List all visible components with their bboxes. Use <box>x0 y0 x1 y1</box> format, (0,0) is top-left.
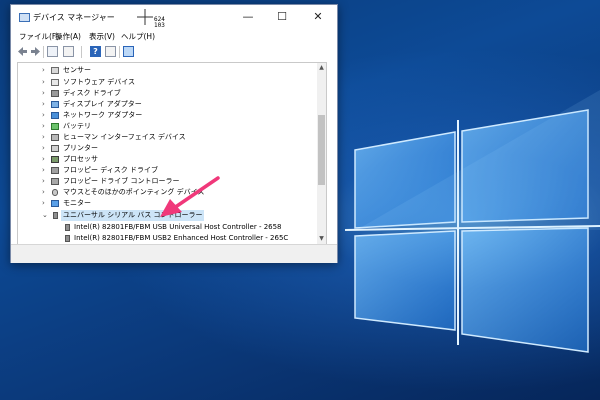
tree-item-processors[interactable]: › プロセッサ <box>18 154 318 165</box>
title-bar[interactable]: デバイス マネージャー 624 103 — ☐ ✕ <box>11 5 337 29</box>
chevron-right-icon[interactable]: › <box>42 176 45 187</box>
scroll-up-icon[interactable]: ▲ <box>317 64 326 72</box>
menu-action[interactable]: 操作(A) <box>55 31 81 42</box>
arrow-right-icon[interactable] <box>30 46 41 57</box>
tree-item-disk-drives[interactable]: › ディスク ドライブ <box>18 88 318 99</box>
printer-icon <box>51 145 59 152</box>
hid-icon <box>51 134 59 141</box>
maximize-button[interactable]: ☐ <box>265 5 299 29</box>
toolbar-divider <box>119 46 120 58</box>
tree-item-hid[interactable]: › ヒューマン インターフェイス デバイス <box>18 132 318 143</box>
arrow-left-icon[interactable] <box>17 46 28 57</box>
usb-icon <box>53 212 58 219</box>
chevron-right-icon[interactable]: › <box>42 121 45 132</box>
tree-item-printers[interactable]: › プリンター <box>18 143 318 154</box>
mouse-icon <box>52 189 58 196</box>
tree-item-sensors[interactable]: › センサー <box>18 65 318 76</box>
menu-help[interactable]: ヘルプ(H) <box>121 31 155 42</box>
tree-item-software-devices[interactable]: › ソフトウェア デバイス <box>18 77 318 88</box>
tree-item-usb-uhci[interactable]: Intel(R) 82801FB/FBM USB Universal Host … <box>18 222 318 233</box>
software-device-icon <box>51 79 59 86</box>
display-adapter-icon <box>51 101 59 108</box>
floppy-controller-icon <box>51 178 59 185</box>
chevron-right-icon[interactable]: › <box>42 110 45 121</box>
tree-item-label: ソフトウェア デバイス <box>63 78 136 86</box>
tree-item-display-adapters[interactable]: › ディスプレイ アダプター <box>18 99 318 110</box>
tree-item-label: ディスク ドライブ <box>63 89 121 97</box>
chevron-right-icon[interactable]: › <box>42 165 45 176</box>
tree-item-label: Intel(R) 82801FB/FBM USB Universal Host … <box>74 223 282 231</box>
battery-icon <box>51 123 59 130</box>
chevron-right-icon[interactable]: › <box>42 99 45 110</box>
device-manager-icon <box>19 13 30 22</box>
chevron-right-icon[interactable]: › <box>42 198 45 209</box>
menu-file[interactable]: ファイル(F) <box>19 31 59 42</box>
chevron-down-icon[interactable]: ⌄ <box>42 210 48 221</box>
cursor-coordinate-readout: 624 103 <box>154 17 165 29</box>
tree-item-label: バッテリ <box>63 122 91 130</box>
properties-icon[interactable] <box>47 46 58 57</box>
tree-item-label: フロッピー ディスク ドライブ <box>63 166 158 174</box>
tree-item-label: ディスプレイ アダプター <box>63 100 142 108</box>
chevron-right-icon[interactable]: › <box>42 88 45 99</box>
resource-view-icon[interactable] <box>105 46 116 57</box>
scan-hardware-icon[interactable] <box>123 46 134 57</box>
usb-plug-icon <box>65 224 70 231</box>
usb-plug-icon <box>65 235 70 242</box>
chevron-right-icon[interactable]: › <box>42 187 45 198</box>
tree-item-label: Intel(R) 82801FB/FBM USB2 Enhanced Host … <box>74 234 289 242</box>
scroll-down-icon[interactable]: ▼ <box>317 235 326 243</box>
tree-item-batteries[interactable]: › バッテリ <box>18 121 318 132</box>
toolbar-divider <box>81 46 82 58</box>
minimize-button[interactable]: — <box>231 5 265 29</box>
help-icon[interactable]: ? <box>90 46 101 57</box>
device-list-icon[interactable] <box>63 46 74 57</box>
toolbar: ? <box>11 43 337 61</box>
chevron-right-icon[interactable]: › <box>42 77 45 88</box>
disk-drive-icon <box>51 90 59 97</box>
tree-item-label: モニター <box>63 199 91 207</box>
chevron-right-icon[interactable]: › <box>42 154 45 165</box>
status-bar <box>11 244 337 263</box>
annotation-arrow-icon <box>160 176 220 217</box>
chevron-right-icon[interactable]: › <box>42 65 45 76</box>
chevron-right-icon[interactable]: › <box>42 143 45 154</box>
tree-item-network-adapters[interactable]: › ネットワーク アダプター <box>18 110 318 121</box>
tree-item-label: ヒューマン インターフェイス デバイス <box>63 133 186 141</box>
tree-item-label: プロセッサ <box>63 155 98 163</box>
toolbar-divider <box>43 46 44 58</box>
tree-item-label: センサー <box>63 66 91 74</box>
sensor-icon <box>51 67 59 74</box>
scroll-thumb[interactable] <box>318 115 325 185</box>
menu-bar: ファイル(F) 操作(A) 表示(V) ヘルプ(H) <box>11 29 337 43</box>
monitor-icon <box>51 200 59 207</box>
window-title: デバイス マネージャー <box>33 13 115 22</box>
crosshair-cursor-icon <box>137 9 153 25</box>
floppy-drive-icon <box>51 167 59 174</box>
processor-icon <box>51 156 59 163</box>
menu-view[interactable]: 表示(V) <box>89 31 115 42</box>
device-manager-window[interactable]: デバイス マネージャー 624 103 — ☐ ✕ ファイル(F) 操作(A) … <box>10 4 338 263</box>
vertical-scrollbar[interactable]: ▲ ▼ <box>317 63 326 244</box>
close-button[interactable]: ✕ <box>301 5 335 29</box>
network-adapter-icon <box>51 112 59 119</box>
tree-item-label: ネットワーク アダプター <box>63 111 143 119</box>
tree-item-usb-ehci[interactable]: Intel(R) 82801FB/FBM USB2 Enhanced Host … <box>18 233 318 244</box>
tree-item-label: プリンター <box>63 144 98 152</box>
chevron-right-icon[interactable]: › <box>42 132 45 143</box>
